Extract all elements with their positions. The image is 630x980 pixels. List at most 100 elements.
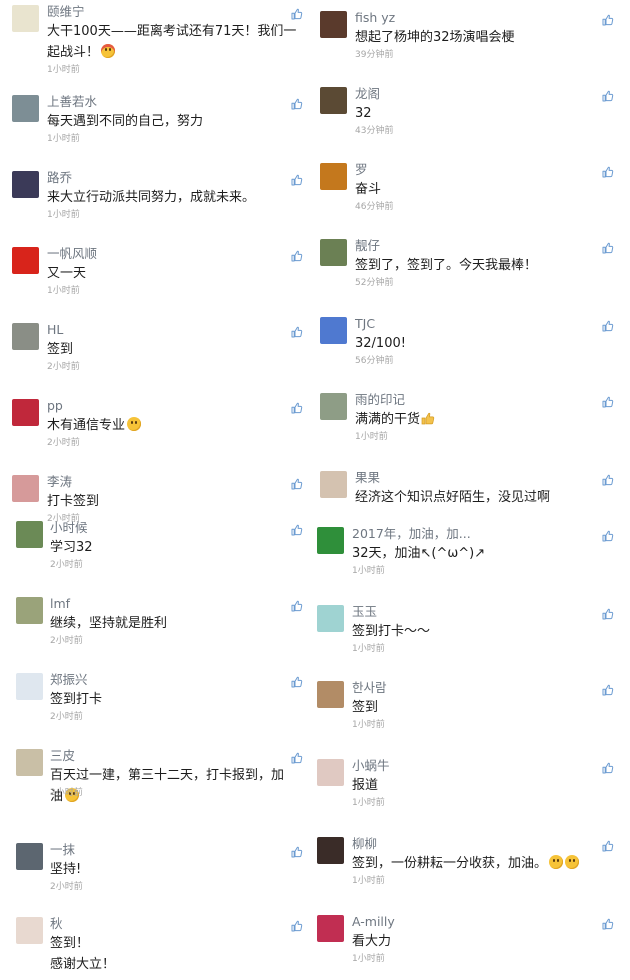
thumbs-up-like-icon[interactable] <box>602 87 614 102</box>
avatar[interactable] <box>317 759 344 786</box>
comments-column-right: fish yz 想起了杨坤的32场演唱会梗 39分钟前 龙阁 32 43分钟前罗奋斗 46分… <box>315 0 630 980</box>
thumbs-up-like-icon[interactable] <box>602 11 614 26</box>
thumbs-up-like-icon[interactable] <box>602 681 614 696</box>
user-name[interactable]: HL <box>47 322 63 338</box>
avatar[interactable] <box>12 171 39 198</box>
thumbs-up-like-icon[interactable] <box>602 605 614 620</box>
thumbs-up-like-icon[interactable] <box>291 247 303 262</box>
thumbs-up-like-icon[interactable] <box>291 843 303 858</box>
comment-text-content: 想起了杨坤的32场演唱会梗 <box>355 30 515 45</box>
avatar[interactable] <box>317 605 344 632</box>
user-name[interactable]: 郑振兴 <box>50 672 88 688</box>
user-name[interactable]: 一抹 <box>50 842 75 858</box>
user-name[interactable]: 玉玉 <box>352 604 377 620</box>
avatar[interactable] <box>320 163 347 190</box>
thumbs-up-like-icon[interactable] <box>602 393 614 408</box>
user-name[interactable]: 한사람 <box>352 680 387 696</box>
user-name[interactable]: 秋 <box>50 916 63 932</box>
comment-text: 签到打卡～～ <box>352 621 610 642</box>
thumbs-up-like-icon[interactable] <box>291 5 303 20</box>
thumbs-up-like-icon[interactable] <box>291 521 303 536</box>
comment-text-content: 看大力 <box>352 934 392 949</box>
avatar[interactable] <box>12 475 39 502</box>
avatar[interactable] <box>16 749 43 776</box>
comment-text-content: 经济这个知识点好陌生，没见过啊 <box>355 490 551 505</box>
thumbs-up-like-icon[interactable] <box>602 163 614 178</box>
comment-time: 1小时前 <box>352 720 385 730</box>
avatar[interactable] <box>16 673 43 700</box>
comments-column-left: 颐维宁 大干100天——距离考试还有71天！我们一起战斗！ 1小时前 上善若水 每天遇到… <box>0 0 315 980</box>
avatar[interactable] <box>12 323 39 350</box>
user-name[interactable]: 小蜗牛 <box>352 758 390 774</box>
avatar[interactable] <box>12 5 39 32</box>
thumbs-up-like-icon[interactable] <box>291 917 303 932</box>
avatar[interactable] <box>317 837 344 864</box>
avatar[interactable] <box>320 317 347 344</box>
thumbs-up-like-icon[interactable] <box>602 915 614 930</box>
user-name[interactable]: 上善若水 <box>47 94 97 110</box>
thumbs-up-like-icon[interactable] <box>602 837 614 852</box>
comment-text: 看大力 <box>352 931 610 952</box>
avatar[interactable] <box>317 681 344 708</box>
user-name[interactable]: 一帆风顺 <box>47 246 97 262</box>
thumbs-up-like-icon[interactable] <box>291 323 303 338</box>
avatar[interactable] <box>12 95 39 122</box>
comment-time: 1小时前 <box>355 432 388 442</box>
thumbs-up-like-icon[interactable] <box>602 471 614 486</box>
thumbs-up-like-icon[interactable] <box>291 95 303 110</box>
user-name[interactable]: 柳柳 <box>352 836 377 852</box>
avatar[interactable] <box>320 471 347 498</box>
comment-text-content: 签到打卡～～ <box>352 624 431 639</box>
user-name[interactable]: pp <box>47 398 63 414</box>
comment-text-content: 签到 <box>352 700 379 715</box>
user-name[interactable]: 三皮 <box>50 748 75 764</box>
avatar[interactable] <box>320 239 347 266</box>
thumbs-up-like-icon[interactable] <box>291 749 303 764</box>
user-name[interactable]: 李涛 <box>47 474 72 490</box>
comment-text: 打卡签到 <box>47 491 305 512</box>
avatar[interactable] <box>12 399 39 426</box>
avatar[interactable] <box>16 843 43 870</box>
thumbs-up-like-icon[interactable] <box>291 597 303 612</box>
user-name[interactable]: 小时候 <box>50 520 88 536</box>
comment-text: 满满的干货 <box>355 409 613 430</box>
user-name[interactable]: 路乔 <box>47 170 72 186</box>
avatar[interactable] <box>16 917 43 944</box>
user-name[interactable]: 2017年，加油，加... <box>352 526 471 542</box>
avatar[interactable] <box>320 11 347 38</box>
comment-text: 经济这个知识点好陌生，没见过啊 <box>355 487 613 508</box>
comment-text-content: 签到，一份耕耘一分收获，加油。 <box>352 856 548 871</box>
comment-time: 52分钟前 <box>355 278 394 288</box>
thumbs-up-like-icon[interactable] <box>291 673 303 688</box>
thumbs-up-like-icon[interactable] <box>602 527 614 542</box>
thumbs-up-like-icon[interactable] <box>602 759 614 774</box>
user-name[interactable]: 雨的印记 <box>355 392 405 408</box>
user-name[interactable]: 果果 <box>355 470 380 486</box>
comment-time: 1小时前 <box>352 644 385 654</box>
user-name[interactable]: 靓仔 <box>355 238 380 254</box>
user-name[interactable]: 龙阁 <box>355 86 380 102</box>
comment-text: 又一天 <box>47 263 305 284</box>
comment-text-content: 满满的干货 <box>355 412 421 427</box>
avatar[interactable] <box>317 915 344 942</box>
user-name[interactable]: fish yz <box>355 10 395 26</box>
comment-time: 2小时前 <box>50 560 83 570</box>
comment-text: 奋斗 <box>355 179 613 200</box>
user-name[interactable]: A-milly <box>352 914 395 930</box>
user-name[interactable]: 颐维宁 <box>47 4 85 20</box>
user-name[interactable]: lmf <box>50 596 70 612</box>
thumbs-up-like-icon[interactable] <box>291 171 303 186</box>
avatar[interactable] <box>320 393 347 420</box>
user-name[interactable]: 罗 <box>355 162 368 178</box>
avatar[interactable] <box>317 527 344 554</box>
thumbs-up-like-icon[interactable] <box>291 475 303 490</box>
comment-time: 1小时前 <box>352 566 385 576</box>
thumbs-up-like-icon[interactable] <box>291 399 303 414</box>
avatar[interactable] <box>16 521 43 548</box>
thumbs-up-like-icon[interactable] <box>602 239 614 254</box>
user-name[interactable]: TJC <box>355 316 375 332</box>
avatar[interactable] <box>12 247 39 274</box>
avatar[interactable] <box>320 87 347 114</box>
avatar[interactable] <box>16 597 43 624</box>
thumbs-up-like-icon[interactable] <box>602 317 614 332</box>
